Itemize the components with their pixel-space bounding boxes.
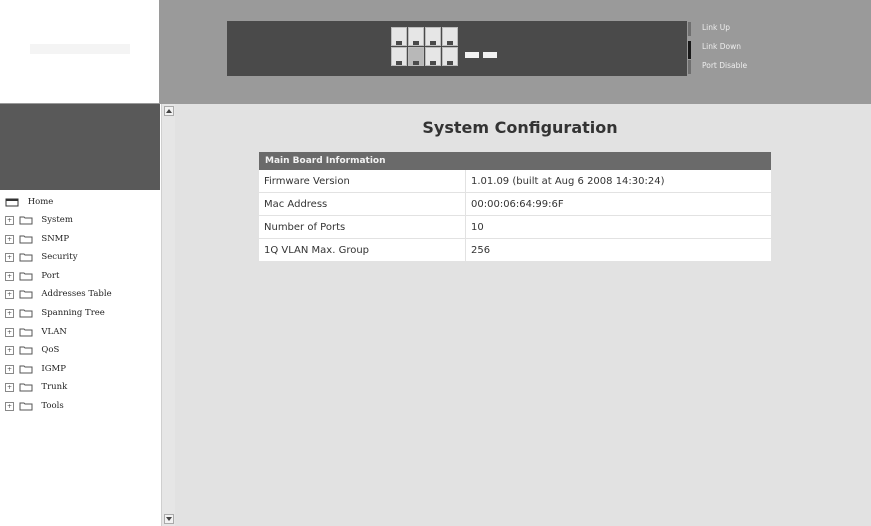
port-5[interactable] <box>425 27 441 46</box>
folder-icon <box>19 290 33 299</box>
port-disable-indicator <box>688 60 691 74</box>
port-7[interactable] <box>442 27 458 46</box>
sidebar-item-label: Spanning Tree <box>41 308 105 318</box>
table-header-row: Main Board Information <box>259 152 771 170</box>
port-2[interactable] <box>391 47 407 66</box>
expand-icon[interactable]: + <box>5 234 14 244</box>
expand-icon[interactable]: + <box>5 289 14 299</box>
sidebar-item-port[interactable]: + Port <box>5 268 59 284</box>
link-down-indicator <box>688 41 691 59</box>
table-row: Number of Ports 10 <box>259 215 771 239</box>
row-value: 10 <box>465 215 771 239</box>
table-row: 1Q VLAN Max. Group 256 <box>259 238 771 262</box>
sidebar-item-label: IGMP <box>41 364 66 374</box>
arrow-up-icon <box>166 109 172 113</box>
sidebar-item-tools[interactable]: + Tools <box>5 398 64 414</box>
folder-icon <box>19 328 33 337</box>
folder-icon <box>19 253 33 262</box>
sidebar-item-vlan[interactable]: + VLAN <box>5 324 67 340</box>
row-label: 1Q VLAN Max. Group <box>259 238 466 262</box>
expand-icon[interactable]: + <box>5 364 14 374</box>
sidebar-item-label: Home <box>27 197 54 207</box>
scroll-down-button[interactable] <box>164 514 174 524</box>
sidebar-scrollbar[interactable] <box>161 104 175 526</box>
sidebar-header <box>0 104 160 190</box>
folder-icon <box>19 235 33 244</box>
expand-icon[interactable]: + <box>5 327 14 337</box>
sidebar-item-label: QoS <box>41 345 60 355</box>
legend-label: Port Disable <box>702 61 748 70</box>
scroll-up-button[interactable] <box>164 106 174 116</box>
folder-icon <box>19 309 33 318</box>
sidebar-item-label: System <box>41 215 73 225</box>
sidebar-item-snmp[interactable]: + SNMP <box>5 231 69 247</box>
table-header: Main Board Information <box>259 152 771 170</box>
table-row: Firmware Version 1.01.09 (built at Aug 6… <box>259 170 771 193</box>
expand-icon[interactable]: + <box>5 271 14 281</box>
expand-icon[interactable]: + <box>5 252 14 262</box>
sidebar-item-label: Port <box>41 271 60 281</box>
row-value: 00:00:06:64:99:6F <box>465 192 771 216</box>
port-10[interactable] <box>483 52 497 58</box>
legend-label: Link Up <box>702 23 730 32</box>
sidebar-item-home[interactable]: Home <box>5 194 53 210</box>
legend-port-disable: Port Disable <box>688 60 828 74</box>
sidebar-item-addresses-table[interactable]: + Addresses Table <box>5 286 112 302</box>
sidebar-item-system[interactable]: + System <box>5 212 73 228</box>
legend-label: Link Down <box>702 42 741 51</box>
arrow-down-icon <box>166 517 172 521</box>
main-content: System Configuration Main Board Informat… <box>175 104 871 526</box>
folder-icon <box>19 272 33 281</box>
port-1[interactable] <box>391 27 407 46</box>
sidebar-item-label: Addresses Table <box>41 289 112 299</box>
row-label: Mac Address <box>259 192 466 216</box>
sidebar-item-label: VLAN <box>41 327 67 337</box>
row-value: 1.01.09 (built at Aug 6 2008 14:30:24) <box>465 170 771 193</box>
sidebar-item-trunk[interactable]: + Trunk <box>5 379 67 395</box>
sidebar-item-igmp[interactable]: + IGMP <box>5 361 66 377</box>
legend-link-up: Link Up <box>688 22 828 36</box>
sidebar-item-security[interactable]: + Security <box>5 249 78 265</box>
folder-icon <box>19 346 33 355</box>
expand-icon[interactable]: + <box>5 215 14 225</box>
expand-icon[interactable]: + <box>5 308 14 318</box>
legend-link-down: Link Down <box>688 41 828 59</box>
folder-icon <box>19 216 33 225</box>
folder-icon <box>19 383 33 392</box>
port-8[interactable] <box>442 47 458 66</box>
expand-icon[interactable]: + <box>5 382 14 392</box>
sidebar-item-label: Trunk <box>41 382 68 392</box>
switch-front-panel <box>227 21 687 76</box>
sidebar: Home + System + SNMP + Security + Port +… <box>0 104 161 526</box>
page-title: System Configuration <box>422 118 618 137</box>
row-label: Firmware Version <box>259 170 466 193</box>
expand-icon[interactable]: + <box>5 401 14 411</box>
sidebar-item-spanning-tree[interactable]: + Spanning Tree <box>5 305 105 321</box>
port-3[interactable] <box>408 27 424 46</box>
expand-icon[interactable]: + <box>5 345 14 355</box>
sidebar-item-label: SNMP <box>41 234 70 244</box>
folder-icon <box>19 402 33 411</box>
sidebar-item-qos[interactable]: + QoS <box>5 342 59 358</box>
home-icon <box>5 198 19 207</box>
logo-area <box>0 0 160 104</box>
sidebar-item-label: Tools <box>41 401 64 411</box>
main-board-info-table: Main Board Information Firmware Version … <box>259 152 771 262</box>
device-banner: Link Up Link Down Port Disable <box>160 0 871 104</box>
port-6[interactable] <box>425 47 441 66</box>
sidebar-item-label: Security <box>41 252 78 262</box>
brand-logo <box>30 44 130 54</box>
folder-icon <box>19 365 33 374</box>
port-9[interactable] <box>465 52 479 58</box>
link-up-indicator <box>688 22 691 36</box>
table-row: Mac Address 00:00:06:64:99:6F <box>259 192 771 216</box>
port-4[interactable] <box>408 47 424 66</box>
row-value: 256 <box>465 238 771 262</box>
row-label: Number of Ports <box>259 215 466 239</box>
